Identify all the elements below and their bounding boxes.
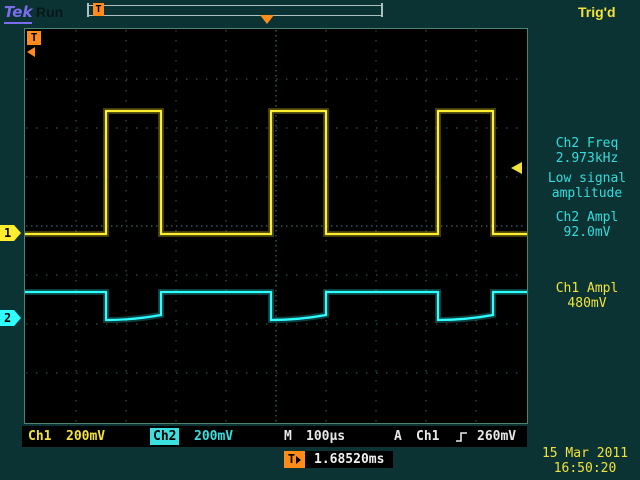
warning-line2: amplitude <box>536 186 638 201</box>
timebase-value: 100µs <box>306 426 345 447</box>
measurement-ch2-ampl: Ch2 Ampl 92.0mV <box>536 210 638 240</box>
status-bar: Ch1 200mV Ch2 200mV M 100µs A Ch1 260mV <box>22 426 527 447</box>
rising-edge-icon <box>455 430 469 444</box>
measurement-value: 2.973kHz <box>536 151 638 166</box>
trigger-offscreen-arrow-icon <box>27 47 35 57</box>
record-view-bar: T <box>88 5 382 16</box>
ch1-scale-value: 200mV <box>66 426 105 447</box>
measurement-value: 480mV <box>536 296 638 311</box>
delay-indicator: T <box>284 451 305 468</box>
datetime: 15 Mar 2011 16:50:20 <box>532 446 638 476</box>
ch2-position-marker: 2 <box>0 310 25 326</box>
graticule: T <box>24 28 528 424</box>
date-text: 15 Mar 2011 <box>532 446 638 461</box>
tek-logo: Tek <box>4 3 32 24</box>
delay-t-label: T <box>288 451 295 468</box>
delay-arrow-icon <box>296 456 301 464</box>
delay-time-readout: 1.68520ms <box>305 451 393 468</box>
measurement-label: Ch1 Ampl <box>536 281 638 296</box>
warning-low-signal: Low signal amplitude <box>536 171 638 201</box>
acquisition-status: Run <box>36 4 63 20</box>
warning-line1: Low signal <box>536 171 638 186</box>
trigger-position-arrow-icon <box>260 15 274 24</box>
trigger-status: Trig'd <box>578 4 616 20</box>
record-trigger-marker: T <box>93 3 104 16</box>
timebase-label: M <box>284 426 292 447</box>
trigger-offscreen-indicator: T <box>27 31 41 45</box>
ch1-scale-label: Ch1 <box>28 426 51 447</box>
grid-lines <box>26 30 526 422</box>
ch1-position-marker: 1 <box>0 225 25 241</box>
measurement-label: Ch2 Ampl <box>536 210 638 225</box>
trigger-mode-label: A <box>394 426 402 447</box>
time-text: 16:50:20 <box>532 461 638 476</box>
ch2-scale-value: 200mV <box>194 426 233 447</box>
trigger-level-marker <box>511 162 522 174</box>
measurement-value: 92.0mV <box>536 225 638 240</box>
waveform-display <box>25 29 527 423</box>
measurement-label: Ch2 Freq <box>536 136 638 151</box>
trigger-level-value: 260mV <box>477 426 516 447</box>
measurement-ch1-ampl: Ch1 Ampl 480mV <box>536 281 638 311</box>
measurement-ch2-freq: Ch2 Freq 2.973kHz <box>536 136 638 166</box>
ch2-selected-badge: Ch2 <box>150 428 179 445</box>
trigger-source: Ch1 <box>416 426 439 447</box>
